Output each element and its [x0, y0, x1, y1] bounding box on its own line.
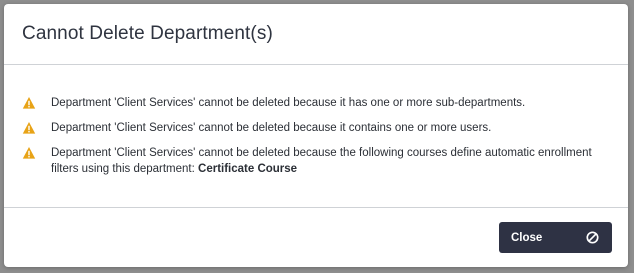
warning-icon	[22, 122, 36, 134]
close-button[interactable]: Close	[499, 222, 612, 253]
dialog-footer: Close	[4, 208, 628, 267]
dialog-title: Cannot Delete Department(s)	[22, 23, 273, 44]
message-text: Department 'Client Services' cannot be d…	[51, 145, 610, 177]
message-text: Department 'Client Services' cannot be d…	[51, 97, 526, 109]
dialog-body: Department 'Client Services' cannot be d…	[4, 65, 628, 208]
message-text: Department 'Client Services' cannot be d…	[51, 122, 492, 134]
message-item: Department 'Client Services' cannot be d…	[22, 95, 610, 111]
message-item: Department 'Client Services' cannot be d…	[22, 120, 610, 136]
message-item: Department 'Client Services' cannot be d…	[22, 145, 610, 177]
course-name: Certificate Course	[198, 163, 298, 175]
cannot-delete-dialog: Cannot Delete Department(s) Department '…	[4, 4, 628, 267]
dialog-header: Cannot Delete Department(s)	[4, 4, 628, 65]
warning-icon	[22, 147, 36, 159]
message-text-prefix: Department 'Client Services' cannot be d…	[51, 147, 592, 175]
ban-icon	[586, 231, 599, 244]
warning-icon	[22, 97, 36, 109]
close-button-label: Close	[511, 231, 543, 244]
